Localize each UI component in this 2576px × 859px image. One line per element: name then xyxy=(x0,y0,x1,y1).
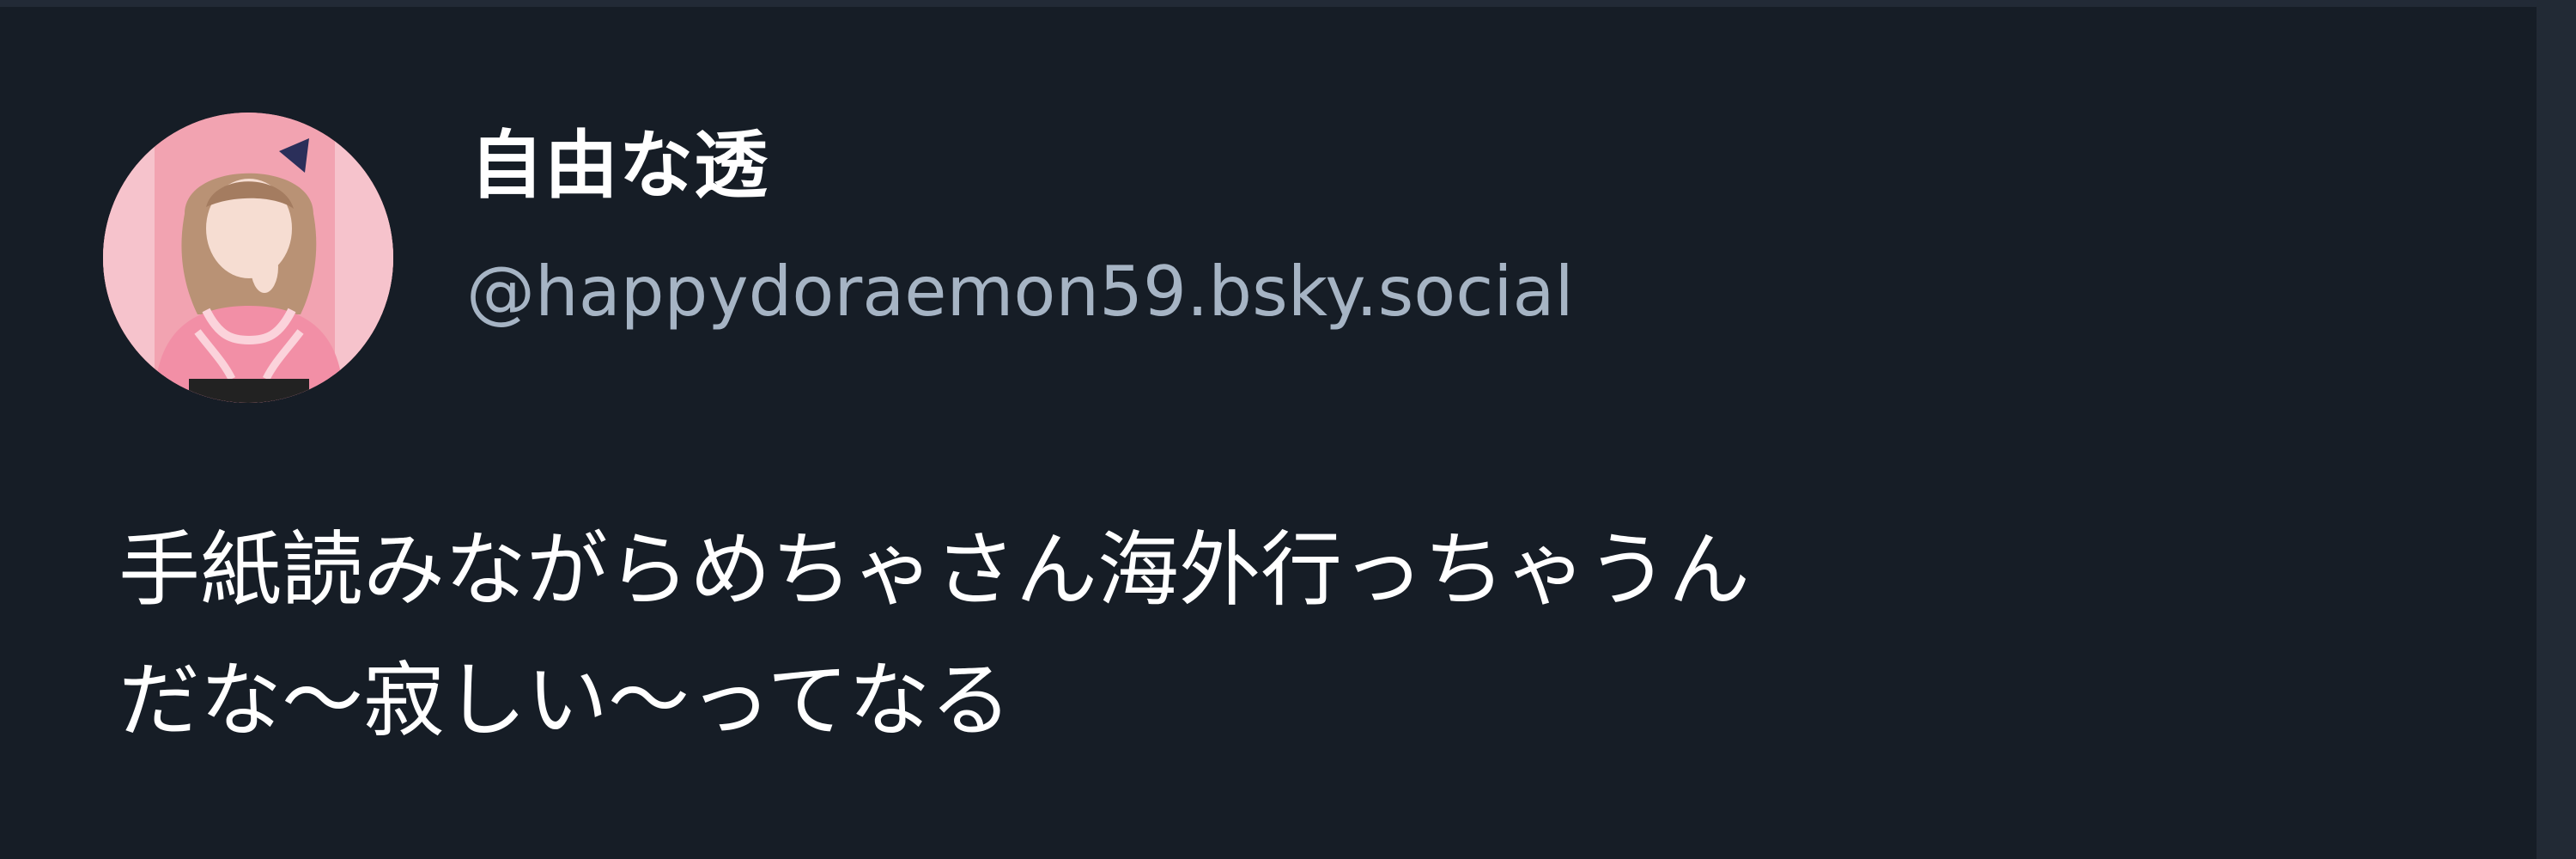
post-text-line: 手紙読みながらめちゃさん海外行っちゃうん xyxy=(118,523,1751,618)
scrollbar[interactable] xyxy=(2537,0,2576,859)
author-display-name[interactable]: 自由な透 xyxy=(470,129,769,203)
post-text-line: だな〜寂しい〜ってなる xyxy=(118,654,1012,748)
post-text: 手紙読みながらめちゃさん海外行っちゃうん だな〜寂しい〜ってなる xyxy=(118,505,2437,766)
avatar-image xyxy=(103,113,393,403)
author-handle[interactable]: @happydoraemon59.bsky.social xyxy=(466,258,1574,326)
profile-avatar-icon[interactable] xyxy=(103,113,393,403)
post-card: 自由な透 @happydoraemon59.bsky.social 手紙読みなが… xyxy=(0,0,2576,859)
top-divider xyxy=(0,0,2576,7)
